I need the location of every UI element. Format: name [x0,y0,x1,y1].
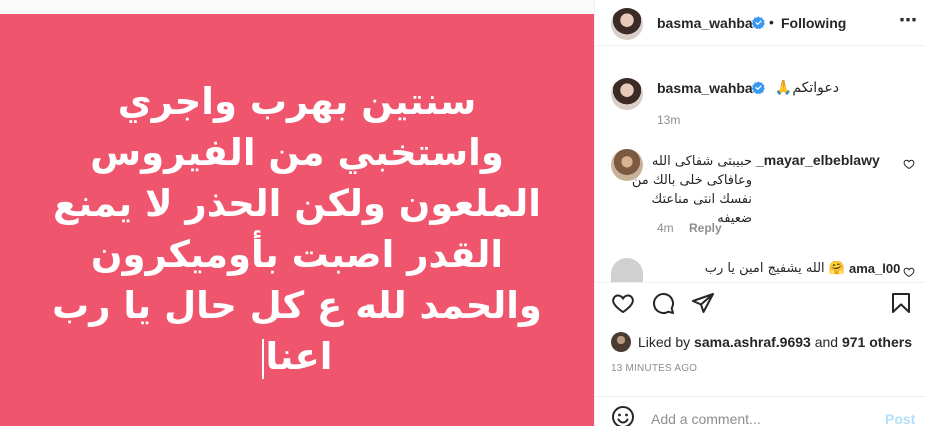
likes-others-link[interactable]: 971 others [842,334,912,350]
instagram-post-view: سنتين بهرب واجري واستخبي من الفيروس المل… [0,0,925,426]
verified-badge-icon [752,16,765,29]
caption-username[interactable]: basma_wahba [657,80,753,96]
header-separator: • [769,14,774,30]
post-image-text: سنتين بهرب واجري واستخبي من الفيروس المل… [40,76,554,382]
caption-time[interactable]: 13m [657,113,680,127]
more-horizontal-icon[interactable]: ⋯ [899,10,918,31]
comment-text: 🤗 الله يشفيج امين يا رب [704,261,845,276]
post-header: basma_wahba • Following ⋯ [595,0,925,46]
liker-avatar[interactable] [611,332,631,352]
post-timestamp[interactable]: 13 MINUTES AGO [611,363,697,374]
post-comment-button[interactable]: Post [885,411,915,426]
comment-username[interactable]: ama_l00 [849,261,900,276]
likes-summary: Liked by sama.ashraf.9693 and 971 others [638,334,912,358]
share-icon[interactable] [691,291,715,315]
reply-button[interactable]: Reply [689,221,722,235]
image-text-line: واستخبي من الفيروس [90,131,504,174]
comment-icon[interactable] [651,291,675,315]
likes-joiner: and [814,334,839,350]
avatar[interactable] [611,8,643,40]
add-comment-bar: Post [595,396,925,426]
comment-time[interactable]: 4m [657,221,674,235]
caption-text: دعواتكم🙏 [774,80,839,96]
image-text-line: اعنا [265,335,333,378]
image-text-line: الملعون ولكن الحذر لا يمنع [53,182,541,225]
image-text-line: والحمد لله ع كل حال يا رب [52,284,542,327]
verified-badge-icon [752,81,765,94]
post-actions-bar [595,282,925,322]
commenter-avatar[interactable] [611,258,643,282]
image-text-last-line: اعنا [40,331,554,382]
text-cursor [261,338,264,379]
image-text-line: سنتين بهرب واجري [117,80,477,123]
like-comment-heart-icon[interactable] [903,158,915,170]
image-top-strip [0,0,594,14]
header-username[interactable]: basma_wahba [657,15,753,31]
liker-username[interactable]: sama.ashraf.9693 [694,334,811,350]
image-text-line: القدر اصبت بأوميكرون [90,233,504,276]
likes-prefix: Liked by [638,334,691,350]
bookmark-icon[interactable] [889,291,913,315]
emoji-icon[interactable] [611,405,635,426]
post-side-panel: basma_wahba • Following ⋯ basma_wahba دع… [594,0,925,426]
following-button[interactable]: Following [781,15,846,31]
heart-icon[interactable] [611,291,635,315]
like-comment-heart-icon[interactable] [903,266,915,278]
post-image[interactable]: سنتين بهرب واجري واستخبي من الفيروس المل… [0,14,594,426]
add-comment-input[interactable] [651,411,871,426]
caption-avatar[interactable] [611,78,643,110]
comment-text: حبيبتى شفاكى الله وعافاكى خلى بالك من نف… [631,154,752,226]
comment-username[interactable]: _mayar_elbeblawy [756,152,880,168]
